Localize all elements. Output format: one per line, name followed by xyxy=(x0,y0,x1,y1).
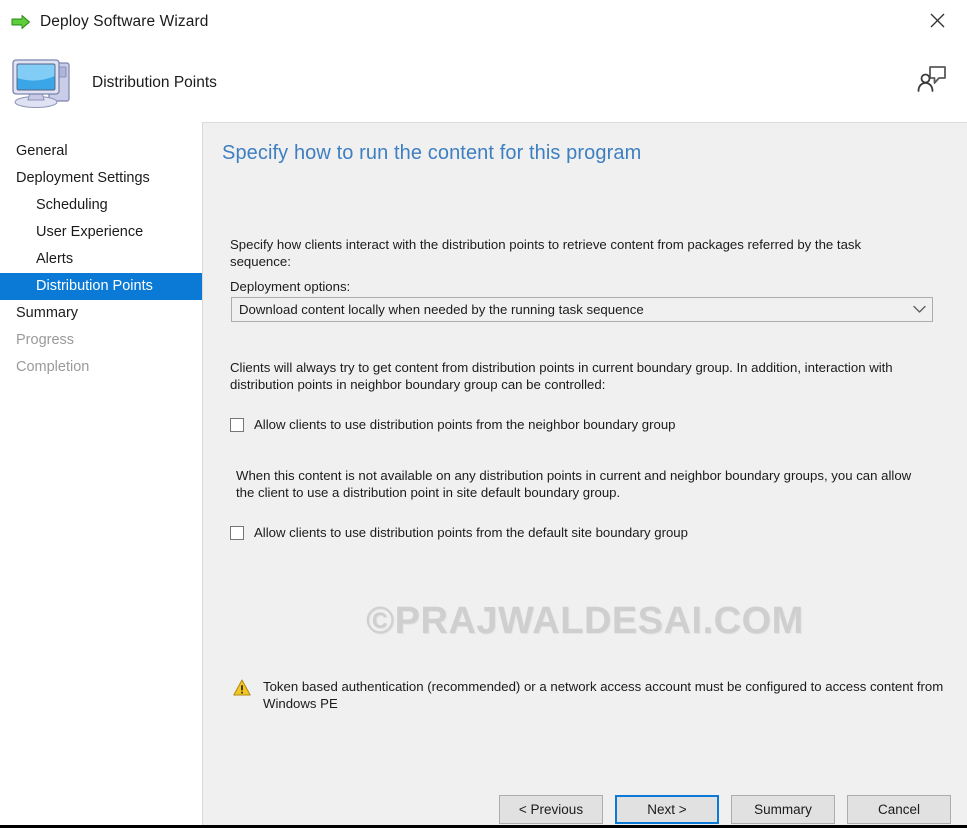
deploy-software-wizard-window: Deploy Software Wizard Distribution Poin… xyxy=(0,0,967,828)
green-arrow-icon xyxy=(10,11,32,33)
content-panel: Specify how to run the content for this … xyxy=(203,122,967,781)
default-site-boundary-description: When this content is not available on an… xyxy=(236,468,912,500)
default-site-boundary-checkbox[interactable] xyxy=(230,526,244,540)
page-heading: Distribution Points xyxy=(92,74,217,91)
wizard-footer: < Previous Next > Summary Cancel xyxy=(203,781,967,825)
sidebar-item-completion: Completion xyxy=(16,359,90,375)
sidebar-item-progress: Progress xyxy=(16,332,75,348)
warning-message: Token based authentication (recommended)… xyxy=(233,678,948,712)
sidebar-item-user-experience[interactable]: User Experience xyxy=(0,219,202,246)
feedback-person-icon[interactable] xyxy=(913,60,951,98)
sidebar-item-deployment-settings[interactable]: Deployment Settings xyxy=(0,165,202,192)
sidebar-item-alerts[interactable]: Alerts xyxy=(0,246,202,273)
content-title: Specify how to run the content for this … xyxy=(222,142,642,164)
footer-button-group: < Previous Next > Summary Cancel xyxy=(499,795,951,824)
default-site-boundary-checkbox-label: Allow clients to use distribution points… xyxy=(254,525,688,540)
wizard-header: Distribution Points xyxy=(0,44,967,122)
warning-triangle-icon xyxy=(233,679,251,697)
content-top-divider xyxy=(203,122,967,123)
watermark-text: ©PRAJWALDESAI.COM xyxy=(366,600,804,642)
window-title: Deploy Software Wizard xyxy=(40,13,209,30)
neighbor-boundary-checkbox-row[interactable]: Allow clients to use distribution points… xyxy=(230,417,676,432)
deployment-options-label: Deployment options: xyxy=(230,279,351,294)
title-bar: Deploy Software Wizard xyxy=(0,0,967,44)
warning-text: Token based authentication (recommended)… xyxy=(263,679,944,711)
wizard-body: General Deployment Settings Scheduling U… xyxy=(0,122,967,825)
sidebar-item-distribution-points[interactable]: Distribution Points xyxy=(0,273,202,300)
neighbor-boundary-description: Clients will always try to get content f… xyxy=(230,360,893,392)
default-site-checkbox-row[interactable]: Allow clients to use distribution points… xyxy=(230,525,688,540)
sidebar-item-scheduling[interactable]: Scheduling xyxy=(0,192,202,219)
chevron-down-icon xyxy=(906,305,932,314)
deployment-options-select[interactable]: Download content locally when needed by … xyxy=(231,297,933,322)
previous-button[interactable]: < Previous xyxy=(499,795,603,824)
neighbor-boundary-checkbox-label: Allow clients to use distribution points… xyxy=(254,417,676,432)
computer-monitor-icon xyxy=(8,51,80,115)
sidebar-item-general[interactable]: General xyxy=(0,138,202,165)
deployment-options-value: Download content locally when needed by … xyxy=(239,302,644,317)
neighbor-boundary-checkbox[interactable] xyxy=(230,418,244,432)
wizard-step-navigation: General Deployment Settings Scheduling U… xyxy=(0,122,202,825)
close-icon[interactable] xyxy=(915,4,959,36)
next-button[interactable]: Next > xyxy=(615,795,719,824)
intro-description: Specify how clients interact with the di… xyxy=(230,237,862,269)
sidebar-item-summary[interactable]: Summary xyxy=(0,300,202,327)
cancel-button[interactable]: Cancel xyxy=(847,795,951,824)
summary-button[interactable]: Summary xyxy=(731,795,835,824)
